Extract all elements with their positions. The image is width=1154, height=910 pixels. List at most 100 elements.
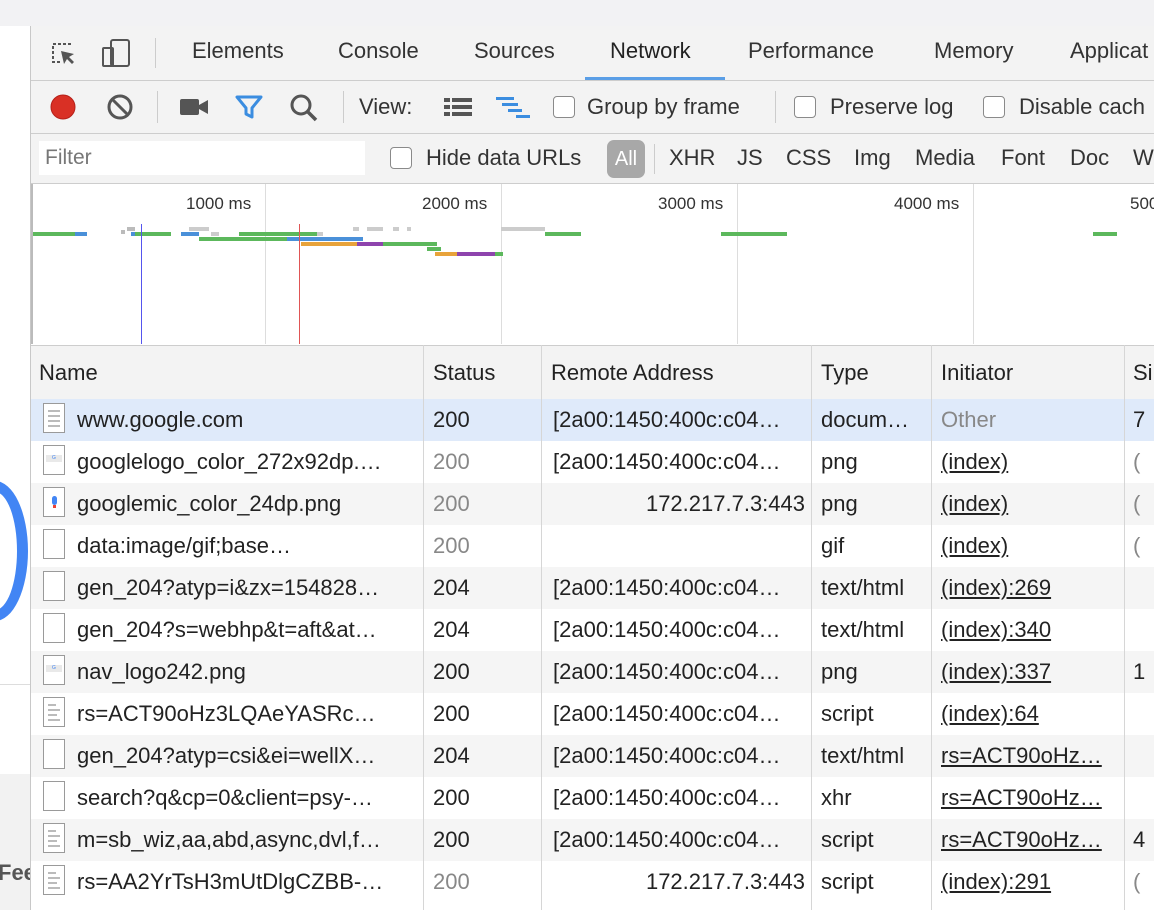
image-thumb-icon: G bbox=[43, 445, 65, 475]
tab-console[interactable]: Console bbox=[338, 38, 419, 64]
tab-sources[interactable]: Sources bbox=[474, 38, 555, 64]
request-initiator[interactable]: (index) bbox=[941, 491, 1119, 517]
table-row[interactable]: rs=ACT90oHz3LQAeYASRc… 200 [2a00:1450:400c… bbox=[31, 693, 1154, 735]
request-type: text/html bbox=[821, 575, 905, 600]
timeline-gridline bbox=[501, 184, 502, 344]
tab-application[interactable]: Applicat bbox=[1070, 38, 1148, 64]
request-remote-address: [2a00:1450:400c:c04… bbox=[553, 701, 781, 726]
request-initiator[interactable]: (index) bbox=[941, 449, 1119, 475]
filter-type-css[interactable]: CSS bbox=[786, 145, 831, 171]
timeline-tick-label: 2000 ms bbox=[422, 194, 488, 213]
filter-type-all[interactable]: All bbox=[607, 140, 645, 178]
script-icon bbox=[43, 823, 65, 853]
column-header-initiator[interactable]: Initiator bbox=[941, 360, 1013, 386]
request-initiator[interactable]: (index):337 bbox=[941, 659, 1119, 685]
request-bar bbox=[121, 230, 125, 234]
request-status: 200 bbox=[433, 827, 470, 852]
filter-icon[interactable] bbox=[235, 94, 263, 125]
request-bar bbox=[545, 232, 581, 236]
table-row[interactable]: gen_204?s=webhp&t=aft&at… 204 [2a00:1450:4… bbox=[31, 609, 1154, 651]
table-row[interactable]: Ggooglelogo_color_272x92dp.… 200 [2a00:145… bbox=[31, 441, 1154, 483]
request-name: search?q&cp=0&client=psy-… bbox=[77, 785, 373, 810]
column-header-type[interactable]: Type bbox=[821, 360, 869, 386]
group-by-frame-checkbox[interactable] bbox=[553, 96, 575, 118]
request-bar bbox=[383, 242, 437, 246]
request-bar bbox=[501, 227, 545, 231]
record-icon[interactable] bbox=[49, 93, 77, 126]
disable-cache-label: Disable cach bbox=[1019, 94, 1145, 119]
large-rows-icon[interactable] bbox=[444, 96, 472, 123]
request-name: googlelogo_color_272x92dp.… bbox=[77, 449, 382, 474]
request-initiator[interactable]: (index):291 bbox=[941, 869, 1119, 895]
column-divider[interactable] bbox=[423, 345, 424, 910]
filter-type-media[interactable]: Media bbox=[915, 145, 975, 171]
tab-elements[interactable]: Elements bbox=[192, 38, 284, 64]
devtools-panel: Elements Console Sources Network Perform… bbox=[30, 26, 1154, 910]
table-row[interactable]: rs=AA2YrTsH3mUtDlgCZBB-… 200 172.217.7.3:4… bbox=[31, 861, 1154, 903]
filter-type-img[interactable]: Img bbox=[854, 145, 891, 171]
request-size: 1 bbox=[1133, 659, 1146, 684]
request-status: 204 bbox=[433, 575, 470, 600]
column-header-status[interactable]: Status bbox=[433, 360, 495, 386]
column-header-size[interactable]: Si bbox=[1133, 360, 1153, 386]
table-row[interactable]: www.google.com 200 [2a00:1450:400c:c04… doc… bbox=[31, 399, 1154, 441]
column-header-name[interactable]: Name bbox=[39, 360, 98, 386]
column-divider[interactable] bbox=[811, 345, 812, 910]
devtools-tab-bar: Elements Console Sources Network Perform… bbox=[31, 26, 1154, 81]
table-row[interactable]: m=sb_wiz,aa,abd,async,dvl,f… 200 [2a00:145… bbox=[31, 819, 1154, 861]
request-bar bbox=[357, 242, 383, 246]
table-row[interactable]: googlemic_color_24dp.png 200 172.217.7.3:4… bbox=[31, 483, 1154, 525]
clear-icon[interactable] bbox=[106, 93, 134, 126]
script-icon bbox=[43, 865, 65, 895]
request-name: m=sb_wiz,aa,abd,async,dvl,f… bbox=[77, 827, 381, 852]
file-icon bbox=[43, 613, 65, 643]
table-row[interactable]: Gnav_logo242.png 200 [2a00:1450:400c:c04… p… bbox=[31, 651, 1154, 693]
network-overview-timeline[interactable]: 1000 ms 2000 ms 3000 ms 4000 ms 500 bbox=[31, 184, 1154, 344]
requests-table-header: Name Status Remote Address Type Initiato… bbox=[31, 345, 1154, 400]
request-initiator[interactable]: (index):64 bbox=[941, 701, 1119, 727]
capture-screenshots-icon[interactable] bbox=[179, 96, 209, 123]
search-icon[interactable] bbox=[289, 93, 319, 128]
request-initiator[interactable]: rs=ACT90oHz… bbox=[941, 785, 1119, 811]
hide-data-urls-checkbox[interactable] bbox=[390, 147, 412, 169]
waterfall-view-icon[interactable] bbox=[496, 95, 530, 126]
filter-type-ws[interactable]: W bbox=[1133, 145, 1154, 171]
column-divider[interactable] bbox=[541, 345, 542, 910]
request-initiator[interactable]: rs=ACT90oHz… bbox=[941, 743, 1119, 769]
table-row[interactable]: data:image/gif;base… 200 gif (index) ( bbox=[31, 525, 1154, 567]
column-header-remote-address[interactable]: Remote Address bbox=[551, 360, 714, 386]
column-divider[interactable] bbox=[1124, 345, 1125, 910]
preserve-log-checkbox[interactable] bbox=[794, 96, 816, 118]
filter-type-xhr[interactable]: XHR bbox=[669, 145, 715, 171]
timeline-tick-label: 4000 ms bbox=[894, 194, 960, 213]
request-name: googlemic_color_24dp.png bbox=[77, 491, 342, 516]
tab-network[interactable]: Network bbox=[610, 38, 691, 64]
table-row[interactable]: search?q&cp=0&client=psy-… 200 [2a00:1450:… bbox=[31, 777, 1154, 819]
filter-input[interactable] bbox=[39, 141, 365, 175]
timeline-tick-label: 500 bbox=[1130, 194, 1154, 213]
filter-type-doc[interactable]: Doc bbox=[1070, 145, 1109, 171]
request-type: png bbox=[821, 491, 858, 516]
request-status: 204 bbox=[433, 617, 470, 642]
request-initiator[interactable]: (index):340 bbox=[941, 617, 1119, 643]
disable-cache-checkbox[interactable] bbox=[983, 96, 1005, 118]
request-type: text/html bbox=[821, 743, 905, 768]
tab-memory[interactable]: Memory bbox=[934, 38, 1013, 64]
request-initiator[interactable]: rs=ACT90oHz… bbox=[941, 827, 1119, 853]
request-initiator[interactable]: (index) bbox=[941, 533, 1119, 559]
column-divider[interactable] bbox=[931, 345, 932, 910]
request-bar bbox=[181, 232, 199, 236]
table-row[interactable]: gen_204?atyp=csi&ei=wellX… 204 [2a00:1450:… bbox=[31, 735, 1154, 777]
request-initiator[interactable]: (index):269 bbox=[941, 575, 1119, 601]
tab-performance[interactable]: Performance bbox=[748, 38, 874, 64]
active-tab-indicator bbox=[585, 77, 725, 80]
request-bar bbox=[457, 252, 495, 256]
table-row[interactable]: gen_204?atyp=i&zx=154828… 204 [2a00:1450:4… bbox=[31, 567, 1154, 609]
filter-type-js[interactable]: JS bbox=[737, 145, 763, 171]
inspect-element-icon[interactable] bbox=[49, 40, 77, 73]
request-bar bbox=[301, 242, 357, 246]
request-size: ( bbox=[1133, 869, 1141, 894]
filter-type-font[interactable]: Font bbox=[1001, 145, 1045, 171]
request-bar bbox=[393, 227, 399, 231]
device-toolbar-icon[interactable] bbox=[101, 38, 133, 73]
